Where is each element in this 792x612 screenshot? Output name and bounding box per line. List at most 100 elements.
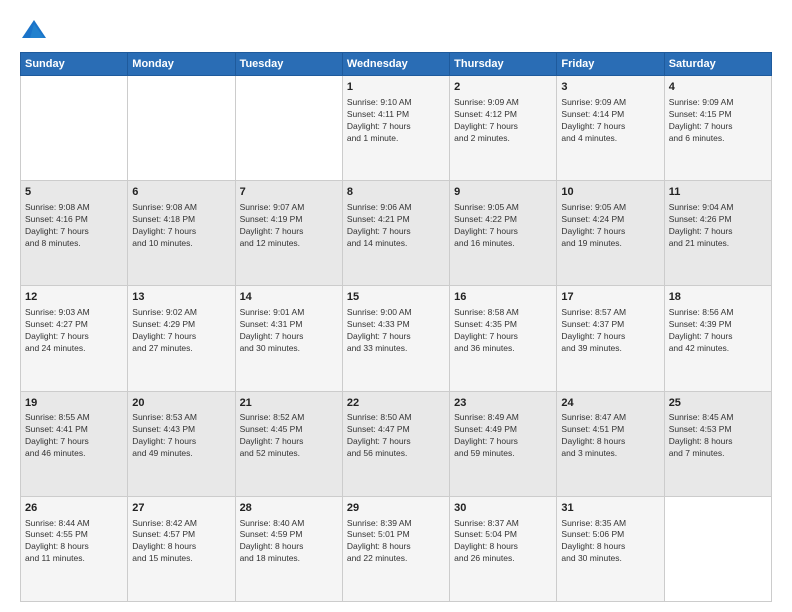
day-info: Sunrise: 9:09 AM Sunset: 4:14 PM Dayligh… [561, 97, 659, 145]
calendar-cell: 16 Sunrise: 8:58 AM Sunset: 4:35 PM Dayli… [450, 286, 557, 391]
calendar-cell: 22Sunrise: 8:50 AM Sunset: 4:47 PM Dayli… [342, 391, 449, 496]
weekday-header: Friday [557, 53, 664, 76]
calendar-cell: 17 Sunrise: 8:57 AM Sunset: 4:37 PM Dayli… [557, 286, 664, 391]
day-number: 12 [25, 290, 123, 305]
day-info: Sunrise: 9:09 AM Sunset: 4:15 PM Dayligh… [669, 97, 767, 145]
calendar-week-row: 5 Sunrise: 9:08 AM Sunset: 4:16 PM Daylig… [21, 181, 772, 286]
day-number: 13 [132, 290, 230, 305]
day-info: Sunrise: 8:45 AM Sunset: 4:53 PM Dayligh… [669, 412, 767, 460]
calendar-cell [21, 76, 128, 181]
day-number: 23 [454, 396, 552, 411]
calendar-cell: 18 Sunrise: 8:56 AM Sunset: 4:39 PM Dayli… [664, 286, 771, 391]
calendar-cell: 4 Sunrise: 9:09 AM Sunset: 4:15 PM Daylig… [664, 76, 771, 181]
calendar-cell: 3 Sunrise: 9:09 AM Sunset: 4:14 PM Daylig… [557, 76, 664, 181]
day-number: 3 [561, 80, 659, 95]
weekday-header: Tuesday [235, 53, 342, 76]
calendar-week-row: 12 Sunrise: 9:03 AM Sunset: 4:27 PM Dayli… [21, 286, 772, 391]
calendar-cell: 11 Sunrise: 9:04 AM Sunset: 4:26 PM Dayli… [664, 181, 771, 286]
calendar-cell: 13 Sunrise: 9:02 AM Sunset: 4:29 PM Dayli… [128, 286, 235, 391]
calendar-cell: 25Sunrise: 8:45 AM Sunset: 4:53 PM Dayli… [664, 391, 771, 496]
day-info: Sunrise: 9:08 AM Sunset: 4:16 PM Dayligh… [25, 202, 123, 250]
day-info: Sunrise: 9:05 AM Sunset: 4:22 PM Dayligh… [454, 202, 552, 250]
calendar-cell: 15Sunrise: 9:00 AM Sunset: 4:33 PM Dayli… [342, 286, 449, 391]
day-number: 10 [561, 185, 659, 200]
day-number: 21 [240, 396, 338, 411]
day-number: 24 [561, 396, 659, 411]
day-number: 9 [454, 185, 552, 200]
calendar-cell: 19Sunrise: 8:55 AM Sunset: 4:41 PM Dayli… [21, 391, 128, 496]
calendar-cell: 5 Sunrise: 9:08 AM Sunset: 4:16 PM Daylig… [21, 181, 128, 286]
day-info: Sunrise: 8:35 AM Sunset: 5:06 PM Dayligh… [561, 518, 659, 566]
day-info: Sunrise: 9:07 AM Sunset: 4:19 PM Dayligh… [240, 202, 338, 250]
day-info: Sunrise: 9:05 AM Sunset: 4:24 PM Dayligh… [561, 202, 659, 250]
day-number: 14 [240, 290, 338, 305]
day-number: 16 [454, 290, 552, 305]
day-number: 19 [25, 396, 123, 411]
day-number: 7 [240, 185, 338, 200]
day-info: Sunrise: 8:42 AM Sunset: 4:57 PM Dayligh… [132, 518, 230, 566]
calendar-cell: 14 Sunrise: 9:01 AM Sunset: 4:31 PM Dayli… [235, 286, 342, 391]
calendar-cell: 28 Sunrise: 8:40 AM Sunset: 4:59 PM Dayli… [235, 496, 342, 601]
day-info: Sunrise: 9:01 AM Sunset: 4:31 PM Dayligh… [240, 307, 338, 355]
calendar-week-row: 1Sunrise: 9:10 AM Sunset: 4:11 PM Daylig… [21, 76, 772, 181]
calendar-week-row: 26 Sunrise: 8:44 AM Sunset: 4:55 PM Dayli… [21, 496, 772, 601]
page: SundayMondayTuesdayWednesdayThursdayFrid… [0, 0, 792, 612]
calendar: SundayMondayTuesdayWednesdayThursdayFrid… [20, 52, 772, 602]
calendar-cell: 20Sunrise: 8:53 AM Sunset: 4:43 PM Dayli… [128, 391, 235, 496]
calendar-cell: 24Sunrise: 8:47 AM Sunset: 4:51 PM Dayli… [557, 391, 664, 496]
day-number: 29 [347, 501, 445, 516]
day-number: 8 [347, 185, 445, 200]
day-info: Sunrise: 8:50 AM Sunset: 4:47 PM Dayligh… [347, 412, 445, 460]
calendar-cell: 31Sunrise: 8:35 AM Sunset: 5:06 PM Dayli… [557, 496, 664, 601]
day-number: 20 [132, 396, 230, 411]
day-info: Sunrise: 8:58 AM Sunset: 4:35 PM Dayligh… [454, 307, 552, 355]
day-info: Sunrise: 8:55 AM Sunset: 4:41 PM Dayligh… [25, 412, 123, 460]
day-info: Sunrise: 9:03 AM Sunset: 4:27 PM Dayligh… [25, 307, 123, 355]
day-number: 4 [669, 80, 767, 95]
calendar-cell: 30 Sunrise: 8:37 AM Sunset: 5:04 PM Dayli… [450, 496, 557, 601]
weekday-header: Sunday [21, 53, 128, 76]
logo [20, 16, 52, 44]
day-info: Sunrise: 8:39 AM Sunset: 5:01 PM Dayligh… [347, 518, 445, 566]
day-info: Sunrise: 9:04 AM Sunset: 4:26 PM Dayligh… [669, 202, 767, 250]
calendar-cell: 8 Sunrise: 9:06 AM Sunset: 4:21 PM Daylig… [342, 181, 449, 286]
day-number: 22 [347, 396, 445, 411]
day-number: 11 [669, 185, 767, 200]
day-info: Sunrise: 9:09 AM Sunset: 4:12 PM Dayligh… [454, 97, 552, 145]
day-info: Sunrise: 8:40 AM Sunset: 4:59 PM Dayligh… [240, 518, 338, 566]
calendar-cell: 23Sunrise: 8:49 AM Sunset: 4:49 PM Dayli… [450, 391, 557, 496]
calendar-cell: 12 Sunrise: 9:03 AM Sunset: 4:27 PM Dayli… [21, 286, 128, 391]
day-number: 30 [454, 501, 552, 516]
day-number: 28 [240, 501, 338, 516]
day-info: Sunrise: 8:47 AM Sunset: 4:51 PM Dayligh… [561, 412, 659, 460]
day-number: 5 [25, 185, 123, 200]
calendar-cell [128, 76, 235, 181]
day-info: Sunrise: 8:52 AM Sunset: 4:45 PM Dayligh… [240, 412, 338, 460]
day-number: 1 [347, 80, 445, 95]
calendar-cell [664, 496, 771, 601]
day-info: Sunrise: 9:08 AM Sunset: 4:18 PM Dayligh… [132, 202, 230, 250]
day-info: Sunrise: 8:57 AM Sunset: 4:37 PM Dayligh… [561, 307, 659, 355]
calendar-cell: 1Sunrise: 9:10 AM Sunset: 4:11 PM Daylig… [342, 76, 449, 181]
calendar-cell: 2Sunrise: 9:09 AM Sunset: 4:12 PM Daylig… [450, 76, 557, 181]
calendar-cell: 21Sunrise: 8:52 AM Sunset: 4:45 PM Dayli… [235, 391, 342, 496]
day-number: 18 [669, 290, 767, 305]
day-number: 27 [132, 501, 230, 516]
day-info: Sunrise: 9:06 AM Sunset: 4:21 PM Dayligh… [347, 202, 445, 250]
calendar-body: 1Sunrise: 9:10 AM Sunset: 4:11 PM Daylig… [21, 76, 772, 602]
day-number: 17 [561, 290, 659, 305]
calendar-cell: 6Sunrise: 9:08 AM Sunset: 4:18 PM Daylig… [128, 181, 235, 286]
day-info: Sunrise: 9:02 AM Sunset: 4:29 PM Dayligh… [132, 307, 230, 355]
header [20, 16, 772, 44]
weekday-header: Thursday [450, 53, 557, 76]
day-number: 25 [669, 396, 767, 411]
day-number: 26 [25, 501, 123, 516]
calendar-header: SundayMondayTuesdayWednesdayThursdayFrid… [21, 53, 772, 76]
day-info: Sunrise: 8:56 AM Sunset: 4:39 PM Dayligh… [669, 307, 767, 355]
weekday-header: Saturday [664, 53, 771, 76]
calendar-week-row: 19Sunrise: 8:55 AM Sunset: 4:41 PM Dayli… [21, 391, 772, 496]
calendar-cell: 27 Sunrise: 8:42 AM Sunset: 4:57 PM Dayli… [128, 496, 235, 601]
day-info: Sunrise: 8:37 AM Sunset: 5:04 PM Dayligh… [454, 518, 552, 566]
day-info: Sunrise: 8:44 AM Sunset: 4:55 PM Dayligh… [25, 518, 123, 566]
calendar-cell: 29 Sunrise: 8:39 AM Sunset: 5:01 PM Dayli… [342, 496, 449, 601]
